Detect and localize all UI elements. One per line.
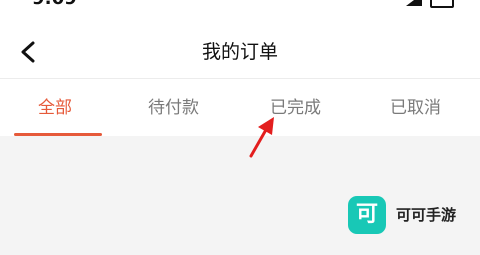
order-list-area [0,136,480,255]
watermark-logo-icon: 可 [348,196,386,234]
page-title: 我的订单 [201,41,278,63]
annotation-arrow-icon [249,117,274,158]
tab-cancelled[interactable]: 已取消 [390,97,441,119]
battery-icon [430,0,454,8]
status-time-cropped: 9:09 [32,0,77,9]
watermark-text: 可可手游 [396,206,457,224]
tab-all[interactable]: 全部 [38,97,72,119]
tab-pending-payment[interactable]: 待付款 [148,97,199,119]
order-tabs: 全部 待付款 已完成 已取消 [0,78,480,137]
status-bar: 9:09 [0,0,480,12]
nav-header: 我的订单 [0,12,480,78]
status-icons [406,0,454,8]
signal-icon [406,0,422,6]
